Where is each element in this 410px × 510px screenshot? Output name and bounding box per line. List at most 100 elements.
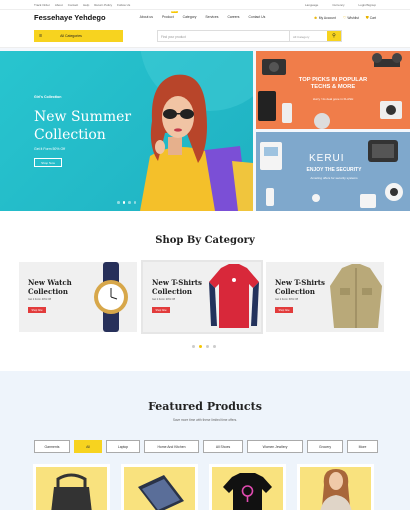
category-card-jacket[interactable]: New T-Shirts Collection Get it Form 60% …: [266, 262, 384, 332]
featured-section-subtitle: Save more time with these limited time o…: [172, 418, 238, 422]
nav-contact[interactable]: Contact Us: [249, 15, 266, 19]
tab-grocery[interactable]: Grocery: [307, 440, 343, 453]
tab-women-jewellery[interactable]: Women Jewllery: [247, 440, 303, 453]
language-selector[interactable]: Language: [305, 3, 318, 7]
account-link[interactable]: ☻My Account: [314, 15, 336, 20]
main-nav: About us Product NEW Category Services Ca…: [140, 11, 266, 19]
tab-garments[interactable]: Garments: [34, 440, 70, 453]
wishlist-label: Wishlist: [347, 15, 359, 20]
currency-selector[interactable]: Currency: [332, 3, 344, 7]
nav-about[interactable]: About us: [140, 15, 153, 19]
carousel-dot-active[interactable]: [122, 201, 125, 204]
header-actions: ☻My Account ♡Wishlist ⛊Cart: [314, 15, 376, 20]
promo-tech-title: TOP PICKS IN POPULAR TECHS & MORE: [298, 77, 368, 90]
main-header: Fessehaye Yehdego About us Product NEW Ca…: [0, 10, 410, 24]
carousel-dot[interactable]: [117, 201, 120, 204]
category-card-subtitle: Get it Form 20% Off: [152, 298, 176, 301]
category-card-title: New T-Shirts Collection: [152, 278, 202, 296]
product-card[interactable]: [33, 464, 110, 510]
shop-by-category-section: Shop By Category New Watch Collection Ge…: [0, 211, 410, 371]
carousel-dot[interactable]: [128, 201, 131, 204]
category-card-subtitle: Get it Form 60% Off: [275, 298, 299, 301]
search-button[interactable]: ⚲: [327, 30, 341, 41]
page: Track Order About Contact Help Return Po…: [0, 0, 410, 510]
utility-right: Language Currency Login/Signup: [305, 3, 376, 7]
search-row: ☰ All Categories Find your product All C…: [0, 24, 410, 48]
black-tshirt-image: [223, 473, 272, 510]
category-shop-now-button[interactable]: Shop Now: [152, 307, 170, 313]
hero-section: Girl's Collection New Summer Collection …: [0, 48, 410, 211]
product-card[interactable]: [209, 464, 286, 510]
nav-category[interactable]: Category: [183, 15, 197, 19]
woman-model-image: [320, 469, 352, 510]
hero-subtitle: Get it Form 50% Off: [34, 147, 66, 151]
hero-title: New Summer Collection: [34, 109, 132, 143]
site-logo[interactable]: Fessehaye Yehdego: [34, 13, 106, 22]
tab-laptop[interactable]: Laptop: [106, 440, 140, 453]
search-category-select[interactable]: All Category: [289, 30, 327, 41]
nav-product[interactable]: Product NEW: [161, 11, 178, 19]
user-icon: ☻: [313, 14, 318, 20]
hero-tag: Girl's Collection: [34, 95, 62, 99]
utility-link-return-policy[interactable]: Return Policy: [94, 3, 112, 7]
tab-home-and-kitchen[interactable]: Home And Kitchen: [144, 440, 199, 453]
featured-section-title: Featured Products: [148, 400, 262, 413]
utility-link-about[interactable]: About: [55, 3, 63, 7]
utility-link-help[interactable]: Help: [83, 3, 89, 7]
menu-icon: ☰: [39, 33, 43, 38]
cart-icon: ⛊: [365, 14, 369, 20]
tshirt-image: [209, 264, 259, 328]
utility-link-track-order[interactable]: Track Order: [34, 3, 50, 7]
product-image: [300, 467, 371, 510]
tab-more[interactable]: More: [347, 440, 378, 453]
watch-image: [94, 262, 128, 332]
carousel-dot[interactable]: [133, 201, 136, 204]
wishlist-link[interactable]: ♡Wishlist: [343, 15, 359, 20]
category-card-watch[interactable]: New Watch Collection Get it Form 40% Off…: [19, 262, 137, 332]
product-image: [36, 467, 107, 510]
carousel-dot[interactable]: [192, 345, 195, 348]
account-label: My Account: [318, 15, 336, 20]
product-image: [124, 467, 195, 510]
hero-shop-now-button[interactable]: Shop Now: [34, 158, 62, 167]
category-card-subtitle: Get it Form 40% Off: [28, 298, 52, 301]
login-signup-link[interactable]: Login/Signup: [358, 3, 376, 7]
category-card-tshirt-red[interactable]: New T-Shirts Collection Get it Form 20% …: [141, 260, 263, 334]
carousel-dot[interactable]: [206, 345, 209, 348]
promo-tech-banner[interactable]: TOP PICKS IN POPULAR TECHS & MORE Hurry …: [256, 51, 410, 129]
cart-link[interactable]: ⛊Cart: [366, 15, 376, 20]
new-badge: NEW: [170, 11, 178, 13]
search-input[interactable]: Find your product: [158, 31, 289, 41]
nav-careers[interactable]: Careers: [227, 15, 239, 19]
search-box: Find your product All Category ⚲: [157, 29, 342, 42]
carousel-dot-active[interactable]: [199, 345, 202, 348]
tab-all-shoes[interactable]: All Shoes: [203, 440, 243, 453]
category-shop-now-button[interactable]: Shop Now: [28, 307, 46, 313]
utility-links: Track Order About Contact Help Return Po…: [34, 3, 130, 7]
category-shop-now-button[interactable]: Shop Now: [275, 307, 293, 313]
tab-all[interactable]: All: [74, 440, 102, 453]
promo-security-subtitle: Amazing offers for security systems: [310, 176, 358, 180]
category-section-title: Shop By Category: [155, 235, 255, 246]
carousel-dot[interactable]: [213, 345, 216, 348]
heart-icon: ♡: [342, 14, 347, 20]
utility-link-contact[interactable]: Contact: [68, 3, 78, 7]
laptop-image: [138, 475, 184, 510]
cart-label: Cart: [369, 15, 376, 20]
all-categories-label: All Categories: [60, 33, 82, 38]
product-card[interactable]: [121, 464, 198, 510]
top-utility-bar: Track Order About Contact Help Return Po…: [0, 0, 410, 10]
nav-product-label: Product: [161, 15, 174, 19]
nav-services[interactable]: Services: [205, 15, 218, 19]
promo-security-banner[interactable]: KERUI ENJOY THE SECURITY Amazing offers …: [256, 132, 410, 211]
featured-tabs: Garments All Laptop Home And Kitchen All…: [34, 440, 378, 453]
product-card[interactable]: [297, 464, 374, 510]
jacket-image: [330, 264, 382, 328]
utility-link-follow-us[interactable]: Follow Us: [117, 3, 130, 7]
search-icon: ⚲: [332, 32, 336, 39]
category-card-title: New T-Shirts Collection: [275, 278, 325, 296]
all-categories-button[interactable]: ☰ All Categories: [34, 29, 123, 42]
hero-carousel-dots: [117, 201, 136, 204]
product-image: [212, 467, 283, 510]
hero-slide[interactable]: Girl's Collection New Summer Collection …: [0, 51, 253, 211]
